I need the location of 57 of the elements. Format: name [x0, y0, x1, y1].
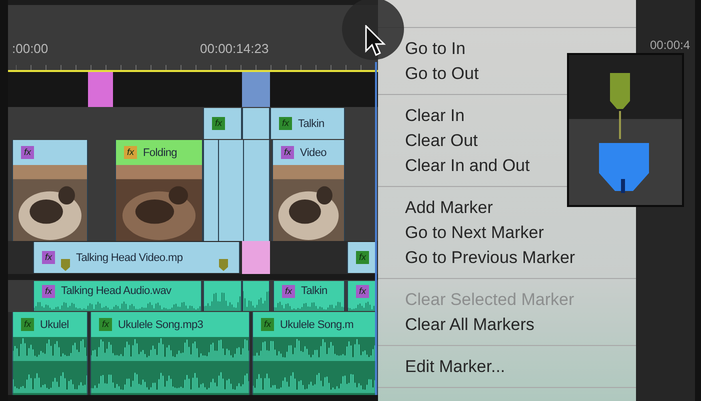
clip-name: Talking Head Audio.wav [61, 285, 172, 297]
menu-item[interactable]: Clear In and Out [378, 153, 534, 178]
video-clip[interactable]: fx [347, 242, 377, 273]
menu-item[interactable]: Edit Marker... [378, 354, 510, 379]
audio-clip[interactable]: fx [347, 281, 377, 311]
effects-badge: fx [21, 146, 34, 159]
video-clip[interactable]: fx [12, 140, 88, 241]
marker-icon [61, 259, 70, 271]
cursor-icon [365, 25, 387, 57]
audio-clip[interactable]: fx Ukulele Song.m [252, 312, 378, 395]
effects-badge: fx [261, 318, 274, 331]
marker-icon [219, 259, 228, 271]
waveform-drawing [348, 301, 376, 311]
video-clip[interactable]: fx Talking Head Video.mp [33, 242, 240, 273]
effects-badge: fx [42, 251, 56, 264]
menu-item[interactable]: Go to Next Marker [378, 220, 548, 245]
effects-badge: fx [124, 146, 138, 159]
audio-clip[interactable]: fx Ukulel [12, 312, 88, 395]
waveform-drawing [274, 301, 344, 311]
video-clip[interactable]: fx Talkin [270, 108, 345, 139]
menu-item[interactable]: Clear Out [378, 128, 482, 153]
menu-item[interactable]: Go to Previous Marker [378, 245, 580, 270]
effects-badge: fx [212, 117, 226, 130]
effects-badge: fx [281, 146, 294, 159]
effects-badge: fx [21, 318, 34, 331]
menu-item[interactable]: Clear All Markers [378, 312, 538, 337]
effects-badge: fx [282, 284, 296, 298]
menu-item[interactable]: Add Marker [378, 195, 497, 220]
clip-name: Folding [143, 146, 177, 158]
effects-badge: fx [42, 284, 56, 298]
video-clip[interactable]: fx Folding [115, 140, 203, 241]
audio-clip[interactable] [242, 281, 270, 311]
clip-name: Ukulel [40, 318, 69, 330]
video-clip[interactable] [203, 140, 270, 241]
menu-item[interactable]: Clear In [378, 103, 469, 128]
clip-name: Talkin [298, 118, 324, 130]
clip-name: Video [300, 146, 326, 158]
audio-clip[interactable]: fx Talking Head Audio.wav [33, 281, 202, 311]
video-clip[interactable]: fx [203, 108, 242, 139]
clip-name: Talking Head Video.mp [76, 252, 183, 264]
effects-badge: fx [356, 251, 370, 264]
timecode: 00:00:14:23 [200, 41, 269, 56]
effects-badge: fx [356, 284, 370, 298]
menu-item[interactable]: Go to Out [378, 61, 483, 86]
audio-clip[interactable] [203, 281, 242, 311]
timecode: :00:00 [12, 41, 48, 56]
waveform-drawing [243, 289, 269, 311]
effects-badge: fx [279, 117, 292, 130]
audio-clip[interactable]: fx Talkin [273, 281, 345, 311]
video-clip[interactable]: fx Video [272, 140, 345, 241]
clip-name: Ukulele Song.mp3 [118, 318, 204, 330]
clip-name: Ukulele Song.m [280, 318, 354, 330]
video-clip[interactable] [242, 108, 270, 139]
clip-name: Talkin [301, 285, 328, 297]
effects-badge: fx [99, 318, 112, 331]
timecode: 00:00:4 [650, 38, 692, 52]
audio-clip[interactable]: fx Ukulele Song.mp3 [90, 312, 250, 395]
